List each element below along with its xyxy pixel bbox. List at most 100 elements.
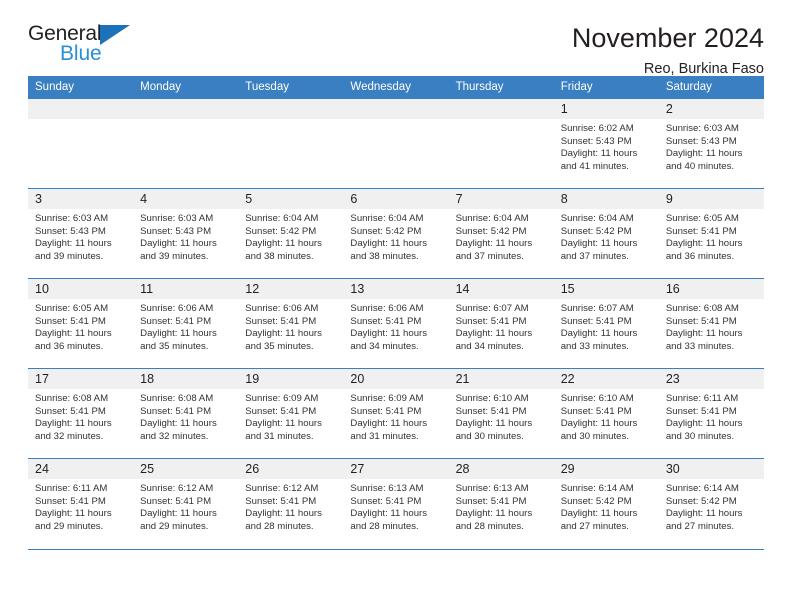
daylight-text-line2: and 34 minutes.: [455, 340, 524, 352]
day-number: 28: [448, 459, 554, 479]
calendar-day-cell[interactable]: 6 Sunrise: 6:04 AM Sunset: 5:42 PM Daylight…: [343, 188, 449, 279]
daylight-text-line2: and 41 minutes.: [560, 160, 629, 172]
daylight-text-line1: Daylight: 11 hours: [140, 418, 217, 430]
calendar-day-cell[interactable]: 7 Sunrise: 6:04 AM Sunset: 5:42 PM Daylight…: [448, 188, 554, 279]
daylight-text-line1: Daylight: 11 hours: [35, 418, 112, 430]
calendar-day-cell[interactable]: 23 Sunrise: 6:11 AM Sunset: 5:41 PM Dayligh…: [658, 368, 764, 459]
calendar-day-cell[interactable]: 13 Sunrise: 6:06 AM Sunset: 5:41 PM Dayligh…: [343, 278, 449, 369]
day-number: [28, 99, 134, 119]
calendar-day-cell[interactable]: 16 Sunrise: 6:08 AM Sunset: 5:41 PM Dayligh…: [658, 278, 764, 369]
sunrise-text: Sunrise: 6:03 AM: [140, 213, 214, 224]
sunrise-text: Sunrise: 6:12 AM: [140, 483, 214, 494]
daylight-text-line2: and 30 minutes.: [455, 430, 524, 442]
sunset-text: Sunset: 5:41 PM: [35, 405, 106, 417]
day-details: Sunrise: 6:03 AM Sunset: 5:43 PM Daylight:…: [133, 209, 238, 263]
day-details: Sunrise: 6:13 AM Sunset: 5:41 PM Daylight:…: [449, 479, 554, 533]
sunset-text: Sunset: 5:41 PM: [140, 495, 212, 507]
day-number: 23: [658, 369, 764, 389]
daylight-text-line2: and 36 minutes.: [35, 340, 104, 352]
sunset-text: Sunset: 5:42 PM: [350, 225, 422, 237]
calendar-day-cell[interactable]: 28 Sunrise: 6:13 AM Sunset: 5:41 PM Dayligh…: [448, 458, 554, 549]
daylight-text-line2: and 36 minutes.: [665, 250, 735, 262]
daylight-text-line2: and 37 minutes.: [455, 250, 524, 262]
daylight-text-line2: and 29 minutes.: [140, 520, 209, 532]
calendar-day-cell[interactable]: 27 Sunrise: 6:13 AM Sunset: 5:41 PM Dayligh…: [343, 458, 449, 549]
calendar-day-cell[interactable]: 8 Sunrise: 6:04 AM Sunset: 5:42 PM Daylight…: [553, 188, 659, 279]
calendar-day-cell[interactable]: 9 Sunrise: 6:05 AM Sunset: 5:41 PM Daylight…: [658, 188, 764, 279]
day-details: Sunrise: 6:10 AM Sunset: 5:41 PM Daylight:…: [449, 389, 554, 443]
calendar-day-cell[interactable]: 26 Sunrise: 6:12 AM Sunset: 5:41 PM Dayligh…: [238, 458, 344, 549]
calendar-day-cell[interactable]: 25 Sunrise: 6:12 AM Sunset: 5:41 PM Dayligh…: [133, 458, 239, 549]
dow-header-thursday: Thursday: [448, 76, 554, 99]
calendar-day-cell[interactable]: 21 Sunrise: 6:10 AM Sunset: 5:41 PM Dayligh…: [448, 368, 554, 459]
daylight-text-line2: and 27 minutes.: [560, 520, 629, 532]
daylight-text-line2: and 38 minutes.: [245, 250, 314, 262]
calendar-day-cell[interactable]: 3 Sunrise: 6:03 AM Sunset: 5:43 PM Daylight…: [28, 188, 134, 279]
calendar-day-cell[interactable]: 1 Sunrise: 6:02 AM Sunset: 5:43 PM Daylight…: [553, 98, 659, 189]
sunset-text: Sunset: 5:41 PM: [350, 495, 422, 507]
calendar-grid: Sunday Monday Tuesday Wednesday Thursday…: [28, 76, 764, 549]
day-details: Sunrise: 6:03 AM Sunset: 5:43 PM Daylight:…: [659, 119, 764, 173]
daylight-text-line1: Daylight: 11 hours: [35, 328, 112, 340]
sunset-text: Sunset: 5:43 PM: [35, 225, 106, 237]
sunset-text: Sunset: 5:43 PM: [140, 225, 212, 237]
day-number: 8: [553, 189, 659, 209]
dow-header-monday: Monday: [133, 76, 239, 99]
daylight-text-line1: Daylight: 11 hours: [455, 418, 533, 430]
calendar-day-cell[interactable]: 14 Sunrise: 6:07 AM Sunset: 5:41 PM Dayligh…: [448, 278, 554, 369]
sunrise-text: Sunrise: 6:11 AM: [665, 393, 739, 404]
calendar-day-cell[interactable]: 30 Sunrise: 6:14 AM Sunset: 5:42 PM Dayligh…: [658, 458, 764, 549]
daylight-text-line2: and 28 minutes.: [455, 520, 524, 532]
daylight-text-line1: Daylight: 11 hours: [560, 238, 638, 250]
day-details: Sunrise: 6:06 AM Sunset: 5:41 PM Daylight:…: [133, 299, 238, 353]
day-number: 16: [658, 279, 764, 299]
calendar-week-row: 24 Sunrise: 6:11 AM Sunset: 5:41 PM Dayligh…: [28, 458, 764, 549]
daylight-text-line1: Daylight: 11 hours: [665, 148, 743, 160]
day-number: 26: [238, 459, 344, 479]
day-number: 1: [553, 99, 659, 119]
sunrise-text: Sunrise: 6:06 AM: [245, 303, 319, 314]
day-number: [448, 99, 554, 119]
calendar-day-cell[interactable]: 19 Sunrise: 6:09 AM Sunset: 5:41 PM Dayligh…: [238, 368, 344, 459]
sunrise-text: Sunrise: 6:08 AM: [35, 393, 109, 404]
calendar-day-cell[interactable]: 12 Sunrise: 6:06 AM Sunset: 5:41 PM Dayligh…: [238, 278, 344, 369]
daylight-text-line1: Daylight: 11 hours: [455, 328, 533, 340]
daylight-text-line1: Daylight: 11 hours: [245, 508, 322, 520]
calendar-day-cell[interactable]: 22 Sunrise: 6:10 AM Sunset: 5:41 PM Dayligh…: [553, 368, 659, 459]
sunrise-text: Sunrise: 6:10 AM: [560, 393, 634, 404]
calendar-day-cell[interactable]: 2 Sunrise: 6:03 AM Sunset: 5:43 PM Daylight…: [658, 98, 764, 189]
calendar-day-cell[interactable]: 4 Sunrise: 6:03 AM Sunset: 5:43 PM Daylight…: [133, 188, 239, 279]
sunrise-text: Sunrise: 6:06 AM: [140, 303, 214, 314]
daylight-text-line2: and 28 minutes.: [245, 520, 314, 532]
calendar-day-cell[interactable]: 24 Sunrise: 6:11 AM Sunset: 5:41 PM Dayligh…: [28, 458, 134, 549]
calendar-day-cell[interactable]: 20 Sunrise: 6:09 AM Sunset: 5:41 PM Dayligh…: [343, 368, 449, 459]
day-number: 4: [133, 189, 239, 209]
sunrise-text: Sunrise: 6:02 AM: [560, 123, 634, 134]
sunrise-text: Sunrise: 6:04 AM: [245, 213, 319, 224]
sunset-text: Sunset: 5:41 PM: [35, 495, 106, 507]
daylight-text-line2: and 30 minutes.: [665, 430, 735, 442]
calendar-day-cell[interactable]: 15 Sunrise: 6:07 AM Sunset: 5:41 PM Dayligh…: [553, 278, 659, 369]
daylight-text-line1: Daylight: 11 hours: [665, 328, 743, 340]
sunset-text: Sunset: 5:41 PM: [665, 405, 737, 417]
calendar-day-cell[interactable]: 29 Sunrise: 6:14 AM Sunset: 5:42 PM Dayligh…: [553, 458, 659, 549]
sunrise-text: Sunrise: 6:13 AM: [455, 483, 529, 494]
calendar-day-cell[interactable]: 18 Sunrise: 6:08 AM Sunset: 5:41 PM Dayligh…: [133, 368, 239, 459]
day-number: 9: [658, 189, 764, 209]
calendar-day-cell[interactable]: 5 Sunrise: 6:04 AM Sunset: 5:42 PM Daylight…: [238, 188, 344, 279]
calendar-day-cell-empty: [28, 98, 134, 189]
dow-header-saturday: Saturday: [658, 76, 764, 99]
sunrise-text: Sunrise: 6:13 AM: [350, 483, 424, 494]
sunset-text: Sunset: 5:42 PM: [665, 495, 737, 507]
calendar-week-row: 3 Sunrise: 6:03 AM Sunset: 5:43 PM Daylight…: [28, 188, 764, 279]
day-number: 6: [343, 189, 449, 209]
calendar-day-cell-empty: [448, 98, 554, 189]
daylight-text-line2: and 35 minutes.: [245, 340, 314, 352]
day-number: 13: [343, 279, 449, 299]
calendar-day-cell[interactable]: 10 Sunrise: 6:05 AM Sunset: 5:41 PM Dayligh…: [28, 278, 134, 369]
sunrise-text: Sunrise: 6:03 AM: [35, 213, 109, 224]
calendar-day-cell[interactable]: 17 Sunrise: 6:08 AM Sunset: 5:41 PM Dayligh…: [28, 368, 134, 459]
day-details: Sunrise: 6:09 AM Sunset: 5:41 PM Daylight:…: [238, 389, 343, 443]
day-details: Sunrise: 6:04 AM Sunset: 5:42 PM Daylight:…: [238, 209, 343, 263]
calendar-day-cell[interactable]: 11 Sunrise: 6:06 AM Sunset: 5:41 PM Dayligh…: [133, 278, 239, 369]
